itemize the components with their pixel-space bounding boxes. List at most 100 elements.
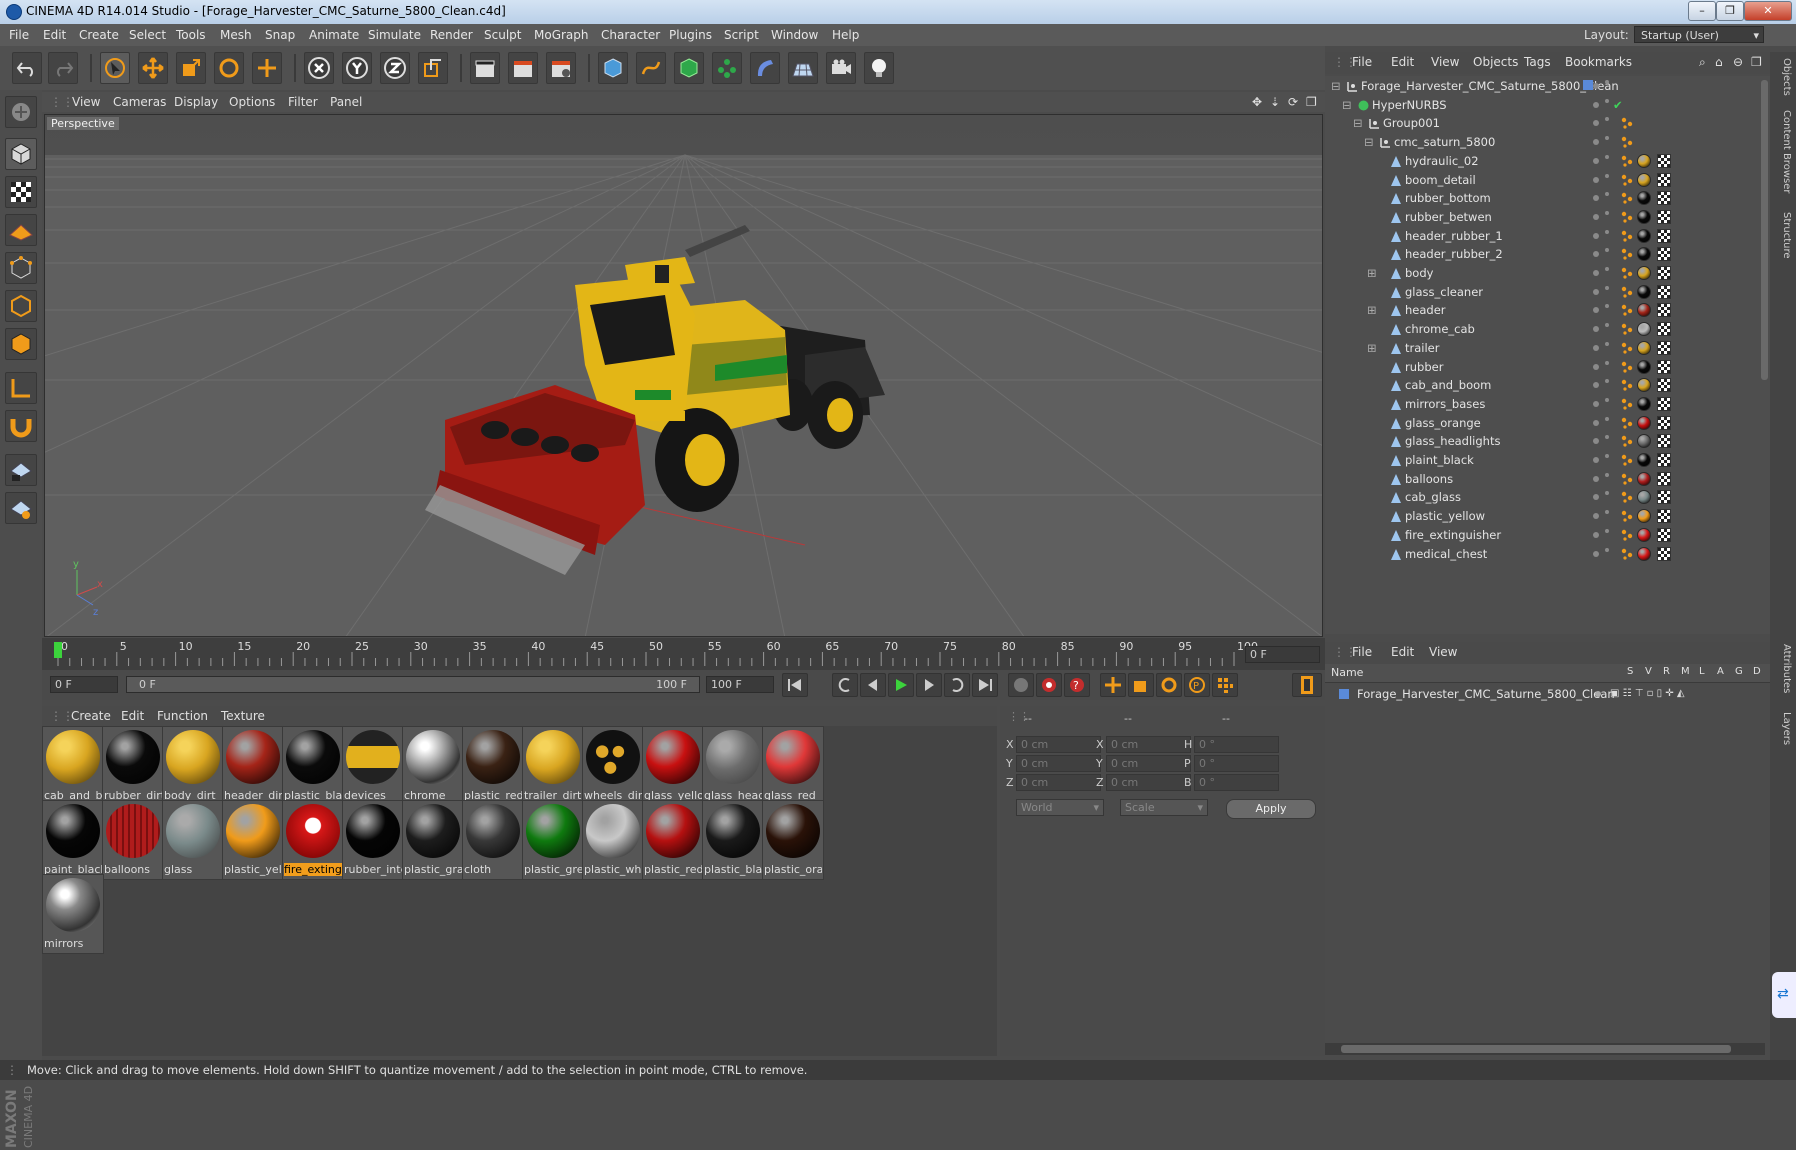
- material-swatch[interactable]: mirrors: [42, 874, 104, 954]
- material-swatch[interactable]: paint_black: [42, 800, 104, 880]
- phong-tag-icon[interactable]: [1621, 211, 1633, 223]
- y-axis-lock-button[interactable]: [342, 52, 372, 84]
- planar-workplane-button[interactable]: [5, 492, 37, 524]
- material-swatch[interactable]: rubber_inte: [342, 800, 404, 880]
- material-tag-icon[interactable]: [1637, 191, 1651, 206]
- expand-toggle-icon[interactable]: ⊞: [1367, 303, 1377, 317]
- current-frame-field[interactable]: 0 F: [1245, 646, 1320, 663]
- previous-frame-button[interactable]: [860, 673, 886, 697]
- key-parameter-button[interactable]: P: [1184, 673, 1210, 697]
- render-visibility-dot[interactable]: [1605, 192, 1609, 197]
- uvw-tag-icon[interactable]: [1657, 490, 1671, 505]
- material-tag-icon[interactable]: [1637, 284, 1651, 299]
- expand-toggle-icon[interactable]: ⊟: [1353, 116, 1363, 130]
- menu-mesh[interactable]: Mesh: [220, 28, 252, 42]
- material-swatch[interactable]: devices: [342, 726, 404, 806]
- material-menu-edit[interactable]: Edit: [121, 709, 144, 723]
- menu-script[interactable]: Script: [724, 28, 759, 42]
- uvw-tag-icon[interactable]: [1657, 340, 1671, 355]
- phong-tag-icon[interactable]: [1621, 529, 1633, 541]
- editor-visibility-dot[interactable]: [1593, 400, 1599, 407]
- material-tag-icon[interactable]: [1637, 396, 1651, 411]
- menu-snap[interactable]: Snap: [265, 28, 295, 42]
- render-visibility-dot[interactable]: [1605, 323, 1609, 328]
- teamviewer-tab[interactable]: ⇄: [1772, 972, 1796, 1018]
- material-swatch[interactable]: rubber_dirt: [102, 726, 164, 806]
- phong-tag-icon[interactable]: [1621, 491, 1633, 503]
- render-visibility-dot[interactable]: [1605, 267, 1609, 271]
- render-visibility-dot[interactable]: [1605, 379, 1609, 384]
- uvw-tag-icon[interactable]: [1657, 228, 1671, 243]
- menu-select[interactable]: Select: [129, 28, 166, 42]
- coord-value-field[interactable]: 0 cm: [1106, 736, 1191, 753]
- material-tag-icon[interactable]: [1637, 303, 1651, 318]
- render-visibility-dot[interactable]: [1605, 454, 1609, 458]
- timeline-playhead[interactable]: [54, 642, 62, 658]
- render-visibility-dot[interactable]: [1605, 248, 1609, 253]
- layer-menu-view[interactable]: View: [1429, 645, 1457, 659]
- spline-button[interactable]: [636, 52, 666, 84]
- editor-visibility-dot[interactable]: [1593, 363, 1599, 370]
- scale-tool-button[interactable]: [176, 52, 206, 84]
- viewport-zoom-icon[interactable]: ⇣: [1270, 95, 1280, 109]
- viewport-menu-options[interactable]: Options: [229, 95, 275, 109]
- material-tag-icon[interactable]: [1637, 247, 1651, 262]
- camera-button[interactable]: [826, 52, 856, 84]
- material-tag-icon[interactable]: [1637, 322, 1651, 337]
- make-editable-button[interactable]: [5, 96, 37, 128]
- object-menu-edit[interactable]: Edit: [1391, 55, 1414, 69]
- editor-visibility-dot[interactable]: [1593, 195, 1599, 202]
- start-frame-field[interactable]: 0 F: [50, 676, 118, 693]
- play-button[interactable]: [888, 673, 914, 697]
- editor-visibility-dot[interactable]: [1593, 513, 1599, 520]
- phong-tag-icon[interactable]: [1621, 473, 1633, 485]
- material-swatch[interactable]: glass_red: [762, 726, 824, 806]
- x-axis-lock-button[interactable]: [304, 52, 334, 84]
- material-swatch[interactable]: plastic_red: [642, 800, 704, 880]
- tab-content-browser[interactable]: Content Browser: [1774, 110, 1792, 193]
- uvw-tag-icon[interactable]: [1657, 284, 1671, 299]
- render-visibility-dot[interactable]: [1605, 136, 1609, 141]
- editor-visibility-dot[interactable]: [1593, 344, 1599, 351]
- material-tag-icon[interactable]: [1637, 266, 1651, 280]
- editor-visibility-dot[interactable]: [1593, 176, 1599, 183]
- object-menu-objects[interactable]: Objects: [1473, 55, 1518, 69]
- render-visibility-dot[interactable]: [1605, 416, 1609, 421]
- material-menu-create[interactable]: Create: [71, 709, 111, 723]
- menu-window[interactable]: Window: [771, 28, 818, 42]
- render-visibility-dot[interactable]: [1605, 285, 1609, 290]
- move-tool-button[interactable]: [138, 52, 168, 84]
- material-swatch[interactable]: wheels_dir: [582, 726, 644, 806]
- perspective-viewport[interactable]: y x z Perspective: [44, 114, 1323, 637]
- coord-value-field[interactable]: 0 °: [1194, 755, 1279, 772]
- close-button[interactable]: ✕: [1744, 1, 1792, 21]
- editor-visibility-dot[interactable]: [1593, 531, 1599, 538]
- viewport-menu-cameras[interactable]: Cameras: [113, 95, 166, 109]
- coordinate-system-button[interactable]: [418, 52, 448, 84]
- material-tag-icon[interactable]: [1637, 527, 1651, 542]
- material-tag-icon[interactable]: [1637, 434, 1651, 449]
- coord-value-field[interactable]: 0 cm: [1016, 736, 1101, 753]
- scroll-thumb[interactable]: [1341, 1045, 1731, 1053]
- phong-tag-icon[interactable]: [1621, 136, 1633, 148]
- expand-toggle-icon[interactable]: ⊟: [1364, 135, 1374, 149]
- viewport-menu-filter[interactable]: Filter: [288, 95, 318, 109]
- coord-value-field[interactable]: 0 cm: [1016, 755, 1101, 772]
- editor-visibility-dot[interactable]: [1593, 120, 1599, 127]
- material-tag-icon[interactable]: [1637, 453, 1651, 467]
- expand-toggle-icon[interactable]: ⊟: [1331, 79, 1341, 93]
- menu-render[interactable]: Render: [430, 28, 473, 42]
- viewport-move-icon[interactable]: ✥: [1252, 95, 1262, 109]
- editor-visibility-dot[interactable]: [1593, 438, 1599, 445]
- material-tag-icon[interactable]: [1637, 509, 1651, 524]
- menu-sculpt[interactable]: Sculpt: [484, 28, 521, 42]
- uvw-tag-icon[interactable]: [1657, 471, 1671, 486]
- axis-mode-button[interactable]: [5, 372, 37, 404]
- render-visibility-dot[interactable]: [1605, 173, 1609, 178]
- expand-toggle-icon[interactable]: ⊞: [1367, 266, 1377, 280]
- timeline-layout-button[interactable]: [1292, 673, 1322, 697]
- texture-mode-button[interactable]: [5, 176, 37, 208]
- material-swatch[interactable]: cloth: [462, 800, 524, 880]
- editor-visibility-dot[interactable]: [1593, 307, 1599, 314]
- key-scale-button[interactable]: [1128, 673, 1154, 697]
